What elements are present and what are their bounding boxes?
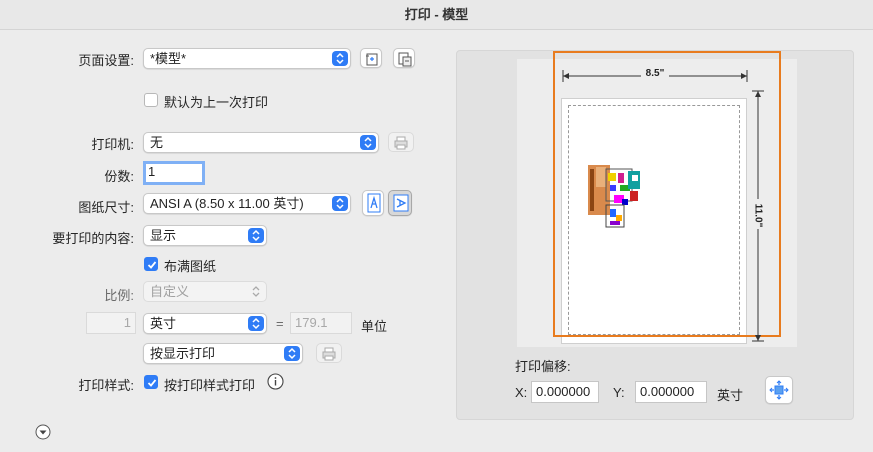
default-last-print-label: 默认为上一次打印 [164, 95, 269, 110]
center-plot-icon [769, 380, 789, 400]
scale-label: 比例: [104, 288, 134, 303]
offset-y-input[interactable]: 0.000000 [635, 381, 707, 403]
chevron-updown-icon [248, 316, 264, 331]
chevron-updown-icon [332, 196, 348, 211]
scale-left-input[interactable]: 1 [86, 312, 136, 334]
offset-label: 打印偏移: [515, 359, 571, 374]
printer-label: 打印机: [91, 137, 134, 152]
height-label: 11.0" [752, 203, 764, 228]
width-label: 8.5" [645, 68, 665, 79]
scale-unit-value: 英寸 [150, 316, 177, 331]
landscape-icon [393, 194, 409, 212]
printer-value: 无 [150, 135, 164, 150]
chevron-updown-icon [248, 284, 264, 299]
offset-x-input[interactable]: 0.000000 [531, 381, 599, 403]
printer-select[interactable]: 无 [143, 132, 379, 153]
checkmark-icon [147, 261, 157, 269]
printer-properties-icon [394, 136, 408, 150]
page-setup-select[interactable]: *模型* [143, 48, 351, 69]
default-last-print-checkbox[interactable] [144, 93, 158, 107]
chevron-updown-icon [332, 51, 348, 66]
fit-to-paper-label: 布满图纸 [164, 259, 217, 274]
scale-equals: = [276, 316, 284, 331]
import-page-setup-button[interactable] [393, 48, 415, 68]
portrait-button[interactable] [362, 190, 384, 216]
print-mode-select[interactable]: 按显示打印 [143, 343, 303, 364]
scale-unit-label: 单位 [361, 319, 388, 334]
import-page-setup-icon [398, 52, 412, 67]
paper-size-value: ANSI A (8.50 x 11.00 英寸) [150, 196, 304, 211]
plot-area-select[interactable]: 显示 [143, 225, 267, 246]
window-title: 打印 - 模型 [0, 0, 873, 30]
chevron-updown-icon [248, 228, 264, 243]
chevron-updown-icon [284, 346, 300, 361]
paper-size-select[interactable]: ANSI A (8.50 x 11.00 英寸) [143, 193, 351, 214]
scale-right-input[interactable]: 179.1 [290, 312, 352, 334]
plot-style-checkbox[interactable] [144, 375, 158, 389]
chevron-updown-icon [360, 135, 376, 150]
copies-input[interactable]: 1 [143, 161, 205, 185]
disclosure-icon[interactable] [35, 424, 51, 440]
portrait-icon [367, 193, 381, 213]
plot-style-checkbox-label: 按打印样式打印 [164, 378, 256, 393]
offset-unit-label: 英寸 [717, 388, 744, 403]
printer-preview-icon [322, 347, 336, 361]
print-preview-button[interactable] [316, 343, 342, 363]
plot-area-value: 显示 [150, 228, 177, 243]
add-page-setup-icon [366, 53, 378, 66]
plot-style-label: 打印样式: [78, 378, 134, 393]
copies-label: 份数: [104, 169, 134, 184]
preview-highlight [553, 51, 781, 337]
landscape-button[interactable] [388, 190, 412, 216]
print-dialog: 页面设置: *模型* 默认为上一次打印 打印机: 无 份数: 1 图纸尺寸: A… [0, 30, 873, 452]
page-setup-value: *模型* [150, 51, 187, 66]
fit-to-paper-checkbox[interactable] [144, 257, 158, 271]
page-setup-label: 页面设置: [78, 53, 134, 68]
plot-area-label: 要打印的内容: [52, 231, 134, 246]
checkmark-icon [147, 379, 157, 387]
center-plot-button[interactable] [765, 376, 793, 404]
print-mode-value: 按显示打印 [150, 346, 216, 361]
scale-unit-select[interactable]: 英寸 [143, 313, 267, 334]
printer-properties-button[interactable] [388, 132, 414, 152]
add-page-setup-button[interactable] [360, 48, 382, 68]
scale-value: 自定义 [150, 284, 190, 299]
paper-size-label: 图纸尺寸: [78, 200, 134, 215]
offset-x-label: X: [515, 385, 528, 400]
scale-select[interactable]: 自定义 [143, 281, 267, 302]
info-icon[interactable] [267, 373, 284, 390]
preview-panel: 8.5" 11.0" 打印偏移: X: 0.000000 Y: 0.000000… [456, 50, 854, 420]
offset-y-label: Y: [613, 385, 625, 400]
